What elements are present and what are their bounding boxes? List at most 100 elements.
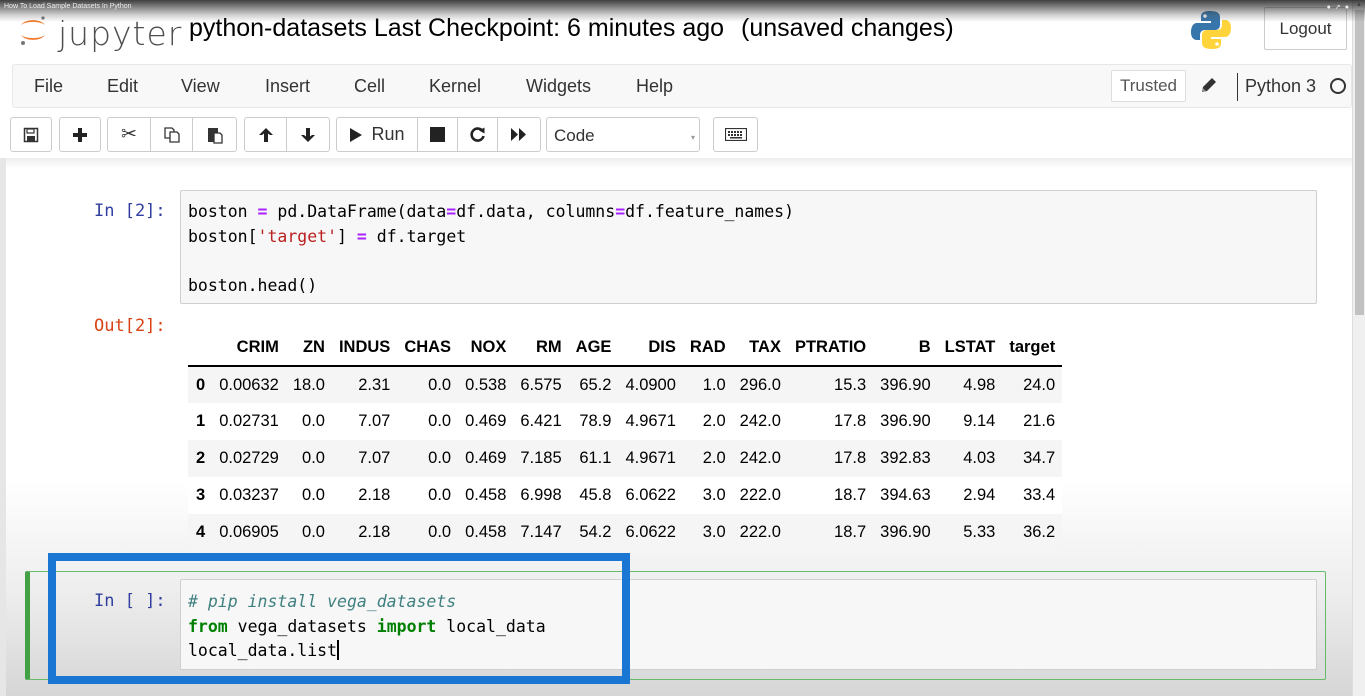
table-cell: 0.0 bbox=[302, 523, 325, 541]
trusted-indicator[interactable]: Trusted bbox=[1111, 70, 1186, 102]
table-cell: 6.0622 bbox=[625, 523, 676, 541]
cut-button[interactable]: ✂ bbox=[108, 118, 151, 151]
paste-icon bbox=[207, 127, 223, 144]
table-cell: 7.07 bbox=[358, 449, 391, 467]
vertical-scrollbar[interactable]: ▲ bbox=[1352, 0, 1365, 696]
interrupt-kernel-button[interactable] bbox=[418, 118, 458, 151]
table-cell: 4.9671 bbox=[625, 449, 676, 467]
paste-button[interactable] bbox=[193, 118, 236, 151]
copy-icon bbox=[163, 126, 180, 143]
row-index: 3 bbox=[196, 486, 206, 504]
menu-widgets[interactable]: Widgets bbox=[526, 76, 591, 97]
column-header: B bbox=[918, 338, 931, 356]
table-cell: 0.02731 bbox=[219, 412, 279, 430]
menu-help[interactable]: Help bbox=[636, 76, 673, 97]
table-cell: 222.0 bbox=[739, 523, 781, 541]
scrollbar-thumb[interactable] bbox=[1355, 10, 1364, 315]
move-up-icon bbox=[258, 127, 273, 142]
table-cell: 17.8 bbox=[834, 412, 867, 430]
move-down-button[interactable] bbox=[287, 118, 329, 151]
table-cell: 2.94 bbox=[963, 486, 996, 504]
share-icon[interactable]: ➚ bbox=[1335, 4, 1345, 11]
code-token: boston['target'] = df.target bbox=[188, 226, 467, 246]
insert-cell-button[interactable] bbox=[60, 118, 100, 151]
move-group bbox=[244, 117, 330, 152]
table-cell: 0.469 bbox=[465, 412, 507, 430]
table-cell: 0.458 bbox=[465, 523, 507, 541]
table-cell: 78.9 bbox=[579, 412, 612, 430]
column-header: AGE bbox=[575, 338, 612, 356]
code-cell-input[interactable]: boston = pd.DataFrame(data=df.data, colu… bbox=[180, 190, 1317, 304]
menu-edit[interactable]: Edit bbox=[107, 76, 138, 97]
dataframe-output-table: CRIM ZN INDUS CHAS NOX RM AGE DIS RAD TAX PTRATIO B… bbox=[188, 330, 1063, 551]
table-cell: 0.0 bbox=[428, 523, 452, 541]
table-cell: 0.0 bbox=[302, 449, 325, 467]
table-cell: 396.90 bbox=[880, 375, 931, 394]
table-cell: 4.0900 bbox=[625, 375, 676, 394]
table-cell: 396.90 bbox=[880, 412, 931, 430]
cell-type-select[interactable]: Code ▾ bbox=[546, 117, 700, 152]
table-row: 4 0.06905 0.0 2.18 0.0 0.458 7.147 54.2 6.0622 3.… bbox=[188, 514, 1063, 551]
run-label: Run bbox=[371, 124, 405, 144]
table-cell: 242.0 bbox=[739, 449, 781, 467]
table-cell: 36.2 bbox=[1023, 523, 1056, 541]
menu-insert[interactable]: Insert bbox=[265, 76, 310, 97]
menu-view[interactable]: View bbox=[181, 76, 220, 97]
copy-button[interactable] bbox=[151, 118, 193, 151]
output-prompt: Out[2]: bbox=[94, 316, 166, 336]
column-header: CRIM bbox=[236, 338, 279, 356]
restart-run-all-button[interactable] bbox=[498, 118, 540, 151]
table-cell: 24.0 bbox=[1023, 375, 1056, 394]
code-editor[interactable]: boston = pd.DataFrame(data=df.data, colu… bbox=[188, 200, 794, 298]
table-cell: 6.0622 bbox=[625, 486, 676, 504]
cut-icon: ✂ bbox=[121, 124, 137, 145]
code-token: boston = pd.DataFrame(data=df.data, colu… bbox=[188, 202, 795, 221]
table-cell: 0.0 bbox=[302, 412, 325, 430]
menu-kernel[interactable]: Kernel bbox=[429, 76, 481, 97]
kernel-name[interactable]: Python 3 bbox=[1245, 76, 1316, 97]
table-cell: 394.63 bbox=[880, 486, 931, 504]
table-row: 2 0.02729 0.0 7.07 0.0 0.469 7.185 61.1 4.9671 2.… bbox=[188, 440, 1063, 477]
video-title: How To Load Sample Datasets In Python bbox=[4, 3, 132, 10]
menu-cell[interactable]: Cell bbox=[354, 76, 385, 97]
move-up-button[interactable] bbox=[245, 118, 287, 151]
run-button[interactable]: Run bbox=[337, 118, 418, 151]
table-cell: 6.421 bbox=[520, 412, 562, 430]
table-cell: 392.83 bbox=[880, 449, 931, 467]
clock-icon[interactable]: ● bbox=[1327, 4, 1335, 11]
column-header: CHAS bbox=[404, 338, 452, 356]
table-cell: 7.147 bbox=[520, 523, 562, 541]
row-index: 0 bbox=[196, 375, 206, 394]
table-row: 1 0.02731 0.0 7.07 0.0 0.469 6.421 78.9 4.9671 2.… bbox=[188, 403, 1063, 440]
code-line: boston = pd.DataFrame(data=df.data, colu… bbox=[188, 200, 794, 225]
menu-file[interactable]: File bbox=[34, 76, 63, 97]
table-cell: 2.18 bbox=[358, 523, 391, 541]
column-header: RM bbox=[536, 338, 562, 356]
table-cell: 3.0 bbox=[702, 486, 726, 504]
row-index: 2 bbox=[196, 449, 206, 467]
column-header: target bbox=[1009, 338, 1056, 356]
table-cell: 0.538 bbox=[465, 375, 507, 394]
table-cell: 4.98 bbox=[963, 375, 996, 394]
table-cell: 1.0 bbox=[702, 375, 726, 394]
save-button[interactable] bbox=[11, 118, 51, 151]
table-cell: 5.33 bbox=[963, 523, 996, 541]
chevron-down-icon: ▾ bbox=[690, 133, 695, 142]
table-body: 0 0.00632 18.0 2.31 0.0 0.538 6.575 65.2 4.0900 1… bbox=[188, 366, 1063, 551]
table-header-row: CRIM ZN INDUS CHAS NOX RM AGE DIS RAD TAX PTRATIO B… bbox=[188, 330, 1063, 366]
stop-icon bbox=[430, 127, 445, 142]
input-prompt: In [2]: bbox=[94, 201, 166, 221]
index-header bbox=[188, 330, 212, 366]
column-header: ZN bbox=[302, 338, 325, 356]
table-cell: 65.2 bbox=[579, 375, 612, 394]
table-cell: 222.0 bbox=[739, 486, 781, 504]
save-icon bbox=[23, 127, 39, 142]
info-icon[interactable]: ● bbox=[1345, 4, 1353, 11]
restart-kernel-button[interactable] bbox=[458, 118, 498, 151]
table-cell: 34.7 bbox=[1023, 449, 1056, 467]
table-cell: 3.0 bbox=[702, 523, 726, 541]
command-palette-button[interactable] bbox=[713, 117, 758, 152]
table-cell: 0.469 bbox=[465, 449, 507, 467]
keyboard-icon bbox=[724, 128, 747, 141]
